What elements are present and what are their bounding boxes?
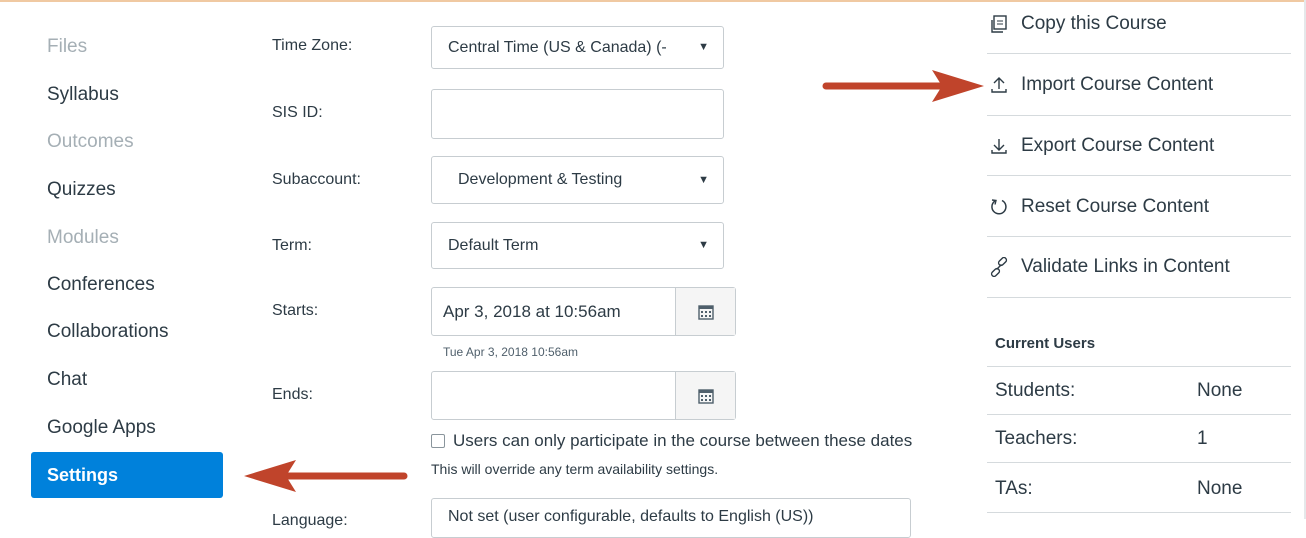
nav-item-collaborations[interactable]: Collaborations (47, 320, 168, 344)
arrow-to-settings-icon (244, 460, 408, 492)
nav-item-files[interactable]: Files (47, 35, 87, 59)
link-icon (987, 255, 1011, 279)
sis-id-label: SIS ID: (272, 104, 323, 121)
students-value: None (1197, 380, 1243, 401)
divider (987, 512, 1291, 513)
term-label: Term: (272, 237, 312, 254)
ends-date-input[interactable] (431, 371, 736, 420)
tas-value: None (1197, 478, 1243, 499)
language-value: Not set (user configurable, defaults to … (448, 508, 814, 525)
ends-calendar-button[interactable] (675, 372, 735, 419)
chevron-down-icon: ▼ (698, 41, 709, 53)
nav-item-outcomes[interactable]: Outcomes (47, 130, 134, 154)
nav-item-partial (47, 0, 52, 8)
nav-item-quizzes[interactable]: Quizzes (47, 178, 116, 202)
tas-label: TAs: (995, 478, 1033, 499)
divider (987, 297, 1291, 298)
ends-label: Ends: (272, 386, 313, 403)
teachers-label: Teachers: (995, 428, 1078, 449)
divider (987, 53, 1291, 54)
divider (987, 366, 1291, 367)
starts-date-input[interactable]: Apr 3, 2018 at 10:56am (431, 287, 736, 336)
reset-icon (987, 195, 1011, 219)
nav-item-modules[interactable]: Modules (47, 226, 119, 250)
sis-id-input[interactable] (431, 89, 724, 139)
nav-item-conferences[interactable]: Conferences (47, 273, 155, 297)
calendar-icon (697, 388, 714, 404)
restrict-dates-checkbox[interactable] (431, 434, 445, 448)
reset-course-content-button[interactable]: Reset Course Content (987, 177, 1281, 237)
subaccount-select[interactable]: Development & Testing ▼ (431, 156, 724, 204)
import-course-content-label: Import Course Content (1021, 74, 1214, 95)
import-icon (987, 73, 1011, 97)
override-note: This will override any term availability… (431, 461, 719, 477)
export-course-content-button[interactable]: Export Course Content (987, 116, 1281, 176)
term-select[interactable]: Default Term ▼ (431, 222, 724, 269)
starts-value: Apr 3, 2018 at 10:56am (443, 302, 621, 321)
divider (987, 175, 1291, 176)
arrow-to-import-icon (822, 70, 984, 102)
language-select[interactable]: Not set (user configurable, defaults to … (431, 498, 911, 538)
restrict-dates-label: Users can only participate in the course… (453, 431, 913, 450)
validate-links-button[interactable]: Validate Links in Content (987, 237, 1281, 297)
nav-item-settings[interactable]: Settings (31, 452, 223, 498)
calendar-icon (697, 304, 714, 320)
nav-item-google-apps[interactable]: Google Apps (47, 416, 156, 440)
divider (987, 462, 1291, 463)
export-course-content-label: Export Course Content (1021, 135, 1215, 156)
export-icon (987, 134, 1011, 158)
copy-icon (987, 12, 1011, 36)
subaccount-label: Subaccount: (272, 171, 361, 188)
chevron-down-icon: ▼ (698, 239, 709, 251)
divider (987, 414, 1291, 415)
subaccount-value: Development & Testing (458, 171, 623, 188)
divider (987, 236, 1291, 237)
time-zone-value: Central Time (US & Canada) (- (448, 39, 667, 56)
starts-label: Starts: (272, 302, 319, 319)
import-course-content-button[interactable]: Import Course Content (987, 55, 1281, 115)
language-label: Language: (272, 512, 348, 529)
copy-course-label: Copy this Course (1021, 13, 1167, 34)
chevron-down-icon: ▼ (698, 174, 709, 186)
nav-item-chat[interactable]: Chat (47, 368, 87, 392)
reset-course-content-label: Reset Course Content (1021, 196, 1209, 217)
starts-calendar-button[interactable] (675, 288, 735, 335)
starts-hint: Tue Apr 3, 2018 10:56am (443, 345, 578, 359)
time-zone-label: Time Zone: (272, 37, 353, 54)
term-value: Default Term (448, 237, 539, 254)
students-label: Students: (995, 380, 1076, 401)
nav-item-syllabus[interactable]: Syllabus (47, 83, 119, 107)
restrict-dates-row[interactable]: Users can only participate in the course… (431, 431, 912, 451)
time-zone-select[interactable]: Central Time (US & Canada) (- ▼ (431, 26, 724, 69)
divider (987, 115, 1291, 116)
course-navigation: Files Syllabus Outcomes Quizzes Modules … (0, 0, 240, 519)
copy-course-button[interactable]: Copy this Course (987, 0, 1281, 54)
current-users-title: Current Users (995, 335, 1096, 352)
validate-links-label: Validate Links in Content (1021, 256, 1230, 277)
teachers-value: 1 (1197, 428, 1208, 449)
